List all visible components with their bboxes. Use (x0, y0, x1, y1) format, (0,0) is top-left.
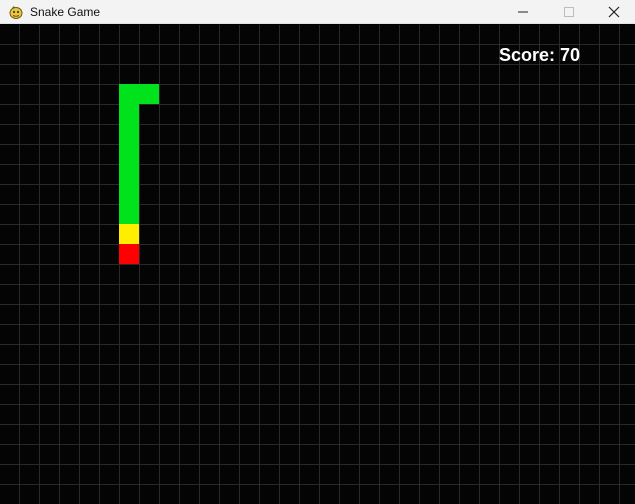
title-bar[interactable]: Snake Game (0, 0, 635, 24)
snake-head (119, 244, 139, 264)
score-label: Score: (499, 45, 556, 65)
snake-body-segment (119, 144, 139, 164)
game-board[interactable]: Score: 70 (0, 25, 635, 504)
snake-body-segment (119, 204, 139, 224)
snake-body-segment (119, 124, 139, 144)
maximize-button[interactable] (546, 0, 592, 24)
window-title: Snake Game (30, 5, 101, 19)
snake-neck-segment (119, 224, 139, 244)
snake-body-segment (119, 104, 139, 124)
score-display: Score: 70 (499, 44, 580, 66)
close-icon (608, 6, 620, 18)
pygame-snake-icon (9, 6, 23, 19)
score-value: 70 (560, 45, 581, 65)
minimize-icon (518, 11, 528, 13)
maximize-icon (564, 7, 574, 17)
close-button[interactable] (591, 0, 635, 24)
snake-body-segment (119, 164, 139, 184)
snake-body-segment (139, 84, 159, 104)
snake-body-segment (119, 84, 139, 104)
snake-game-window: Snake Game Score: 70 (0, 0, 635, 504)
snake-body-segment (119, 184, 139, 204)
minimize-button[interactable] (500, 0, 546, 24)
